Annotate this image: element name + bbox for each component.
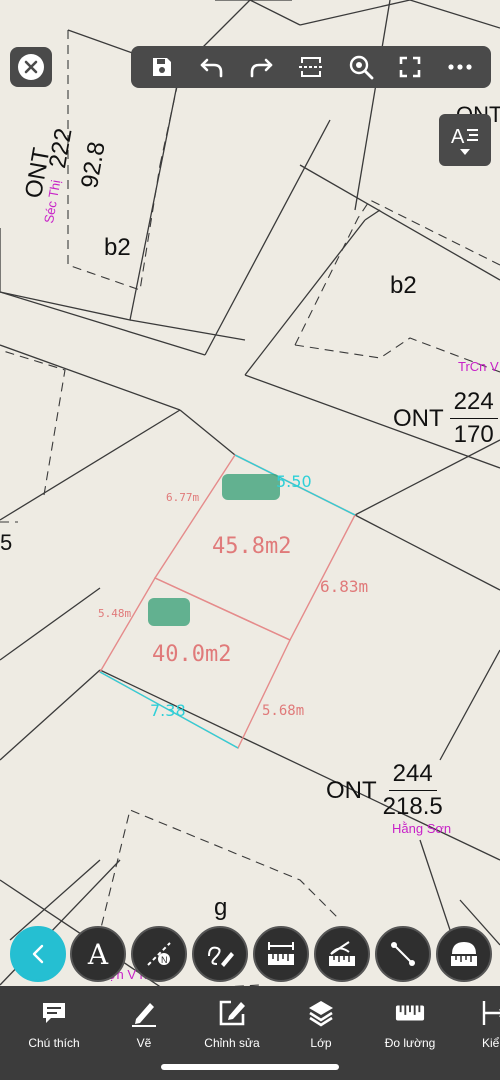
north-arrow-tool[interactable]: N [131,926,187,982]
letter-a-icon: A [87,937,109,971]
zoom-search-button[interactable] [341,47,381,87]
close-icon [18,54,44,80]
more-dots-icon [448,64,472,70]
nav-item-label: Chỉnh sửa [204,1036,260,1050]
width-label-bottom: 7.38 [150,701,186,720]
redo-icon [250,58,273,78]
line-segment-icon [391,942,415,966]
nav-item-measure[interactable]: Đo lường [374,998,446,1050]
ruler-angle-icon [329,941,355,966]
comment-icon [39,998,69,1028]
measure-distance-tool[interactable] [253,926,309,982]
text-align-icon: A [451,126,478,147]
redo-button[interactable] [241,47,281,87]
parcel-number: 244 [388,760,437,791]
top-toolbar [131,46,491,88]
nav-item-label: Chú thích [28,1036,80,1050]
chevron-down-icon [460,149,470,155]
line-tool[interactable] [375,926,431,982]
more-button[interactable] [440,47,480,87]
nav-item-label: Lớp [310,1036,332,1050]
owner-name: TrCn V [458,359,499,374]
chevron-left-icon [32,944,44,964]
ruler-area-icon [451,942,477,966]
parcel-number-partial: 5 [0,530,13,555]
parcel-info-right: ONT 224 170 [393,388,498,449]
ruler-width-icon [268,942,294,965]
nav-item-layers[interactable]: Lớp [285,998,357,1050]
zoom-search-icon [349,55,374,80]
blurred-marker [148,598,190,626]
text-style-button[interactable]: A [439,114,491,166]
nav-item-style[interactable]: Kiểu [458,998,500,1050]
fullscreen-button[interactable] [390,47,430,87]
svg-text:N: N [161,955,168,965]
nav-item-label: Đo lường [384,1036,436,1050]
parcel-info-bottom: ONT 244 218.5 [326,760,443,821]
crop-frame-icon [298,57,323,77]
side-length-label: 5.68m [262,703,305,719]
pencil-icon [129,998,159,1028]
text-tool[interactable]: A [70,926,126,982]
nav-item-draw[interactable]: Vẽ [108,998,180,1050]
area-label-upper: 45.8m2 [212,534,292,559]
edit-square-icon [217,998,247,1028]
floppy-disk-icon [152,58,171,76]
ruler-icon [395,998,425,1028]
side-length-label: 6.83m [320,577,369,596]
nav-item-label: Kiểu [481,1036,500,1050]
pen-scribble-icon [208,946,234,967]
layers-icon [306,998,336,1028]
north-arrow-icon: N [147,942,171,966]
close-button[interactable] [10,47,52,87]
side-length-label: 6.77m [166,491,200,504]
style-icon [479,998,500,1028]
parcel-area: 170 [453,421,494,448]
freehand-draw-tool[interactable] [192,926,248,982]
nav-item-annotation[interactable]: Chú thích [18,998,90,1050]
parcel-area: 218.5 [382,793,443,820]
svg-text:A: A [451,126,465,147]
land-class-label: b2 [390,272,417,299]
width-label-top: 5.50 [276,472,312,491]
owner-name: Hằng Sơn [392,821,452,836]
crop-button[interactable] [291,47,331,87]
side-length-label: 5.48m [98,607,132,620]
parcel-number: 224 [449,388,498,419]
land-class-label: g [214,894,228,921]
nav-item-edit[interactable]: Chỉnh sửa [196,998,268,1050]
undo-icon [200,58,222,78]
save-button[interactable] [142,47,182,87]
tool-strip: A N [0,924,500,986]
measure-area-tool[interactable] [436,926,492,982]
area-label-lower: 40.0m2 [152,642,232,667]
nav-item-label: Vẽ [136,1036,152,1050]
parcel-code: ONT [326,776,377,804]
undo-button[interactable] [192,47,232,87]
home-indicator [161,1064,339,1070]
fullscreen-icon [400,56,421,78]
parcel-code: ONT [393,404,444,432]
land-class-label: b2 [104,234,131,261]
blurred-marker [222,474,280,500]
back-tool[interactable] [10,926,66,982]
measure-angle-tool[interactable] [314,926,370,982]
